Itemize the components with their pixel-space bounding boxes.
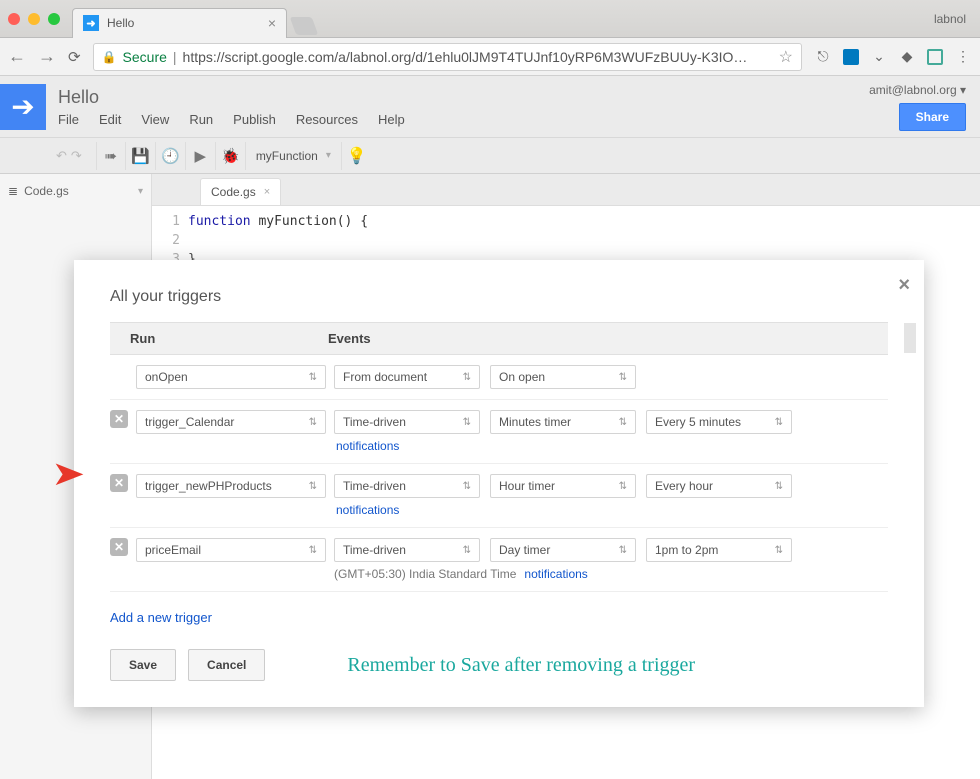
maximize-window-button[interactable] <box>48 13 60 25</box>
notifications-link[interactable]: notifications <box>524 567 587 581</box>
trigger-row: ✕onOpen⇅From document⇅On open⇅ <box>110 355 888 400</box>
apps-script-logo[interactable]: ➔ <box>0 84 46 130</box>
address-bar[interactable]: 🔒 Secure | https://script.google.com/a/l… <box>93 43 802 71</box>
annotation-arrow-icon: ➤ <box>51 454 85 494</box>
delete-trigger-icon[interactable]: ✕ <box>110 410 128 428</box>
run-function-select[interactable]: priceEmail⇅ <box>136 538 326 562</box>
undo-icon[interactable]: ↶ <box>56 148 67 164</box>
window-controls <box>8 13 60 25</box>
run-icon[interactable]: ▶ <box>186 142 216 170</box>
url-text: https://script.google.com/a/labnol.org/d… <box>183 49 748 65</box>
delete-trigger-icon[interactable]: ✕ <box>110 538 128 556</box>
editor-tabstrip: Code.gs × <box>152 174 980 206</box>
trigger-row: ✕ trigger_newPHProducts⇅ Time-driven⇅ Hour … <box>110 464 888 528</box>
indent-icon[interactable]: ➠ <box>96 142 126 170</box>
file-name: Code.gs <box>24 184 69 198</box>
editor-tab-label: Code.gs <box>211 185 256 199</box>
trigger-row: ✕ priceEmail⇅ Time-driven⇅ Day timer⇅ 1pm to… <box>110 528 888 592</box>
menu-icon[interactable]: ⋮ <box>954 48 972 66</box>
event-select[interactable]: Time-driven⇅ <box>334 474 480 498</box>
share-button[interactable]: Share <box>899 103 966 131</box>
annotation-text: Remember to Save after removing a trigge… <box>347 654 695 677</box>
reload-button[interactable]: ⟳ <box>68 48 81 66</box>
user-email[interactable]: amit@labnol.org ▾ <box>869 83 966 97</box>
extensions-area: ⎋ ⌄ ◆ ⋮ <box>814 48 972 66</box>
event-select[interactable]: Minutes timer⇅ <box>490 410 636 434</box>
browser-titlebar: ➜ Hello × labnol <box>0 0 980 38</box>
extension-icon[interactable]: ⎋ <box>814 48 832 66</box>
event-select[interactable]: Hour timer⇅ <box>490 474 636 498</box>
new-tab-button[interactable] <box>290 17 319 35</box>
back-button[interactable]: ← <box>8 46 26 67</box>
menu-help[interactable]: Help <box>378 112 405 127</box>
file-icon: ≣ <box>8 184 18 198</box>
run-function-select[interactable]: onOpen⇅ <box>136 365 326 389</box>
trello-icon[interactable] <box>842 48 860 66</box>
forward-button[interactable]: → <box>38 46 56 67</box>
event-select[interactable]: On open⇅ <box>490 365 636 389</box>
arrow-icon: ➔ <box>11 90 34 123</box>
dialog-close-icon[interactable]: × <box>898 274 910 297</box>
cancel-button[interactable]: Cancel <box>188 649 265 681</box>
function-select[interactable]: myFunction▾ <box>246 142 342 170</box>
column-events: Events <box>328 331 868 346</box>
tab-close-icon[interactable]: × <box>268 15 276 31</box>
save-button[interactable]: Save <box>110 649 176 681</box>
browser-tab[interactable]: ➜ Hello × <box>72 8 287 38</box>
extension-icon[interactable] <box>926 48 944 66</box>
close-window-button[interactable] <box>8 13 20 25</box>
run-function-select[interactable]: trigger_Calendar⇅ <box>136 410 326 434</box>
triggers-clock-icon[interactable]: 🕘 <box>156 142 186 170</box>
pocket-icon[interactable]: ⌄ <box>870 48 888 66</box>
lock-icon: 🔒 <box>102 50 117 64</box>
bookmark-star-icon[interactable]: ☆ <box>779 47 793 67</box>
menu-run[interactable]: Run <box>189 112 213 127</box>
delete-trigger-icon[interactable]: ✕ <box>110 474 128 492</box>
pin-icon[interactable]: ◆ <box>898 48 916 66</box>
event-select[interactable]: Time-driven⇅ <box>334 538 480 562</box>
triggers-dialog: × All your triggers Run Events ✕ onOpen⇅ F… <box>74 260 924 707</box>
scrollbar[interactable] <box>904 323 916 353</box>
browser-profile-label[interactable]: labnol <box>928 12 972 26</box>
save-icon[interactable]: 💾 <box>126 142 156 170</box>
event-select[interactable]: Time-driven⇅ <box>334 410 480 434</box>
app-header: ➔ Hello File Edit View Run Publish Resou… <box>0 76 980 138</box>
event-select[interactable]: 1pm to 2pm⇅ <box>646 538 792 562</box>
menubar: File Edit View Run Publish Resources Hel… <box>58 112 869 127</box>
app-toolbar: ↶ ↷ ➠ 💾 🕘 ▶ 🐞 myFunction▾ 💡 <box>0 138 980 174</box>
triggers-header-row: Run Events <box>110 322 888 355</box>
tab-title: Hello <box>107 16 260 30</box>
menu-publish[interactable]: Publish <box>233 112 276 127</box>
file-menu-chevron-icon[interactable]: ▾ <box>138 186 143 197</box>
notifications-link[interactable]: notifications <box>336 439 399 453</box>
file-item[interactable]: ≣ Code.gs ▾ <box>8 184 143 198</box>
timezone-label: (GMT+05:30) India Standard Time <box>334 567 516 581</box>
event-select[interactable]: Every hour⇅ <box>646 474 792 498</box>
tab-favicon: ➜ <box>83 15 99 31</box>
menu-resources[interactable]: Resources <box>296 112 358 127</box>
dialog-title: All your triggers <box>110 288 888 306</box>
notifications-link[interactable]: notifications <box>336 503 399 517</box>
browser-toolbar: ← → ⟳ 🔒 Secure | https://script.google.c… <box>0 38 980 76</box>
secure-label: Secure <box>123 49 167 65</box>
redo-icon[interactable]: ↷ <box>71 148 82 164</box>
debug-icon[interactable]: 🐞 <box>216 142 246 170</box>
event-select[interactable]: Day timer⇅ <box>490 538 636 562</box>
menu-edit[interactable]: Edit <box>99 112 121 127</box>
project-name[interactable]: Hello <box>58 87 869 108</box>
lightbulb-icon[interactable]: 💡 <box>342 142 372 170</box>
run-function-select[interactable]: trigger_newPHProducts⇅ <box>136 474 326 498</box>
add-trigger-link[interactable]: Add a new trigger <box>110 610 212 625</box>
event-select[interactable]: From document⇅ <box>334 365 480 389</box>
menu-view[interactable]: View <box>141 112 169 127</box>
minimize-window-button[interactable] <box>28 13 40 25</box>
menu-file[interactable]: File <box>58 112 79 127</box>
editor-tab[interactable]: Code.gs × <box>200 178 281 205</box>
trigger-row: ✕ trigger_Calendar⇅ Time-driven⇅ Minutes ti… <box>110 400 888 464</box>
event-select[interactable]: Every 5 minutes⇅ <box>646 410 792 434</box>
column-run: Run <box>130 331 328 346</box>
tab-close-icon[interactable]: × <box>264 186 270 198</box>
